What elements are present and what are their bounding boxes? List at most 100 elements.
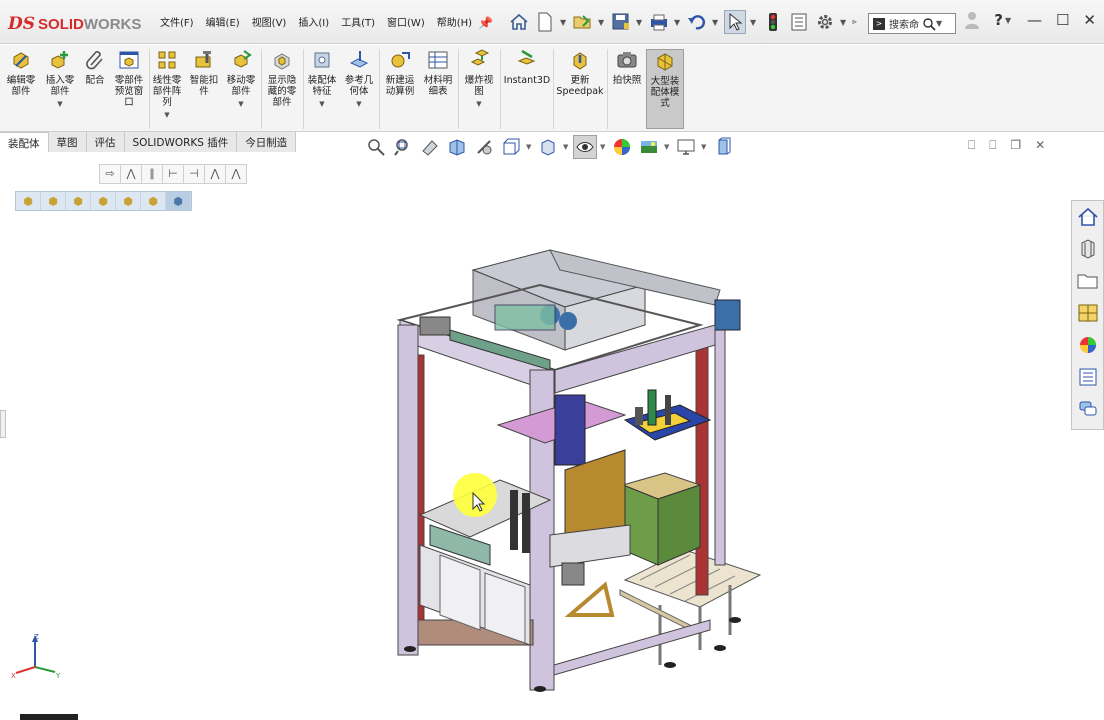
bill-of-materials-button[interactable]: 材料明 细表 bbox=[420, 49, 456, 97]
user-icon[interactable] bbox=[964, 10, 980, 30]
dynamic-annotation-icon[interactable] bbox=[472, 135, 496, 159]
display-pane-icon[interactable] bbox=[711, 135, 735, 159]
maximize-icon[interactable]: ☐ bbox=[1056, 11, 1069, 29]
lock-mate-icon[interactable]: ⋀ bbox=[225, 164, 247, 184]
chevron-down-icon[interactable]: ▼ bbox=[840, 18, 848, 27]
section-view-icon[interactable] bbox=[445, 135, 469, 159]
perpendicular-mate-icon[interactable]: ⊢ bbox=[162, 164, 184, 184]
previous-view-icon[interactable] bbox=[418, 135, 442, 159]
menu-file[interactable]: 文件(F) bbox=[160, 14, 194, 29]
menu-view[interactable]: 视图(V) bbox=[252, 14, 287, 29]
undo-icon[interactable] bbox=[686, 10, 708, 34]
tab-assembly[interactable]: 装配体 bbox=[0, 132, 49, 152]
home-icon[interactable] bbox=[508, 10, 530, 34]
linear-pattern-button[interactable]: 线性零 部件阵 列 ▼ bbox=[150, 49, 184, 121]
menu-insert[interactable]: 插入(I) bbox=[298, 14, 329, 29]
help-icon[interactable]: ? bbox=[994, 11, 1003, 29]
insert-component-button[interactable]: 插入零 部件 ▼ bbox=[42, 49, 78, 110]
chevron-down-icon[interactable]: ▼ bbox=[712, 18, 720, 27]
solidworks-logo[interactable]: DS SOLIDWORKS bbox=[8, 8, 146, 40]
tab-today-manufacturing[interactable]: 今日制造 bbox=[237, 132, 297, 152]
file-properties-icon[interactable] bbox=[788, 10, 810, 34]
print-icon[interactable] bbox=[648, 10, 670, 34]
chevron-down-icon[interactable]: ▼ bbox=[526, 143, 533, 151]
edit-component-button[interactable]: 编辑零 部件 bbox=[4, 49, 38, 97]
appearances-scenes-icon[interactable] bbox=[1072, 329, 1103, 361]
chevron-down-icon[interactable]: ▼ bbox=[563, 143, 570, 151]
assembly-model-viewport[interactable] bbox=[390, 245, 770, 700]
close-icon[interactable]: ✕ bbox=[1083, 11, 1096, 29]
mate-button[interactable]: 配合 bbox=[82, 49, 108, 86]
coincident-mate-icon[interactable]: ⋀ bbox=[120, 164, 142, 184]
forum-chat-icon[interactable] bbox=[1072, 393, 1103, 425]
chevron-down-icon[interactable]: ▼ bbox=[1005, 16, 1013, 25]
display-style-icon[interactable] bbox=[536, 135, 560, 159]
design-library-icon[interactable] bbox=[1072, 233, 1103, 265]
apply-scene-icon[interactable] bbox=[637, 135, 661, 159]
move-component-button[interactable]: 移动零 部件 ▼ bbox=[224, 49, 258, 110]
exploded-view-button[interactable]: 爆炸视 图 ▼ bbox=[460, 49, 498, 110]
breadcrumb-component-icon[interactable]: ⬢ bbox=[66, 192, 91, 210]
instant3d-button[interactable]: Instant3D bbox=[503, 49, 551, 86]
menu-window[interactable]: 窗口(W) bbox=[387, 14, 425, 29]
custom-properties-icon[interactable] bbox=[1072, 361, 1103, 393]
menu-tools[interactable]: 工具(T) bbox=[341, 14, 375, 29]
breadcrumb-component-icon[interactable]: ⬢ bbox=[16, 192, 41, 210]
toolbar-overflow-icon[interactable]: ⪢ bbox=[852, 17, 864, 27]
chevron-down-icon[interactable]: ▼ bbox=[560, 18, 568, 27]
breadcrumb-part-icon[interactable]: ⬢ bbox=[166, 192, 191, 210]
breadcrumb-component-icon[interactable]: ⬢ bbox=[141, 192, 166, 210]
open-folder-icon[interactable] bbox=[572, 10, 594, 34]
viewport-restore-icon[interactable]: ❐ bbox=[1010, 138, 1021, 153]
feature-manager-collapse-handle[interactable] bbox=[0, 410, 6, 438]
search-icon[interactable] bbox=[922, 17, 936, 31]
menu-help[interactable]: 帮助(H) bbox=[437, 14, 472, 29]
solidworks-resources-icon[interactable] bbox=[1072, 201, 1103, 233]
take-snapshot-button[interactable]: 拍快照 bbox=[610, 49, 644, 86]
viewport-split-left-icon[interactable]: ⎕ bbox=[968, 138, 975, 153]
new-document-icon[interactable] bbox=[534, 10, 556, 34]
chevron-down-icon[interactable]: ▼ bbox=[600, 143, 607, 151]
chevron-down-icon[interactable]: ▼ bbox=[57, 99, 62, 110]
chevron-down-icon[interactable]: ▼ bbox=[701, 143, 708, 151]
viewport-split-right-icon[interactable]: ⎕ bbox=[989, 138, 996, 153]
arrow-right-icon[interactable]: ⇨ bbox=[99, 164, 121, 184]
update-speedpak-button[interactable]: 更新 Speedpak bbox=[556, 49, 604, 97]
chevron-down-icon[interactable]: ▼ bbox=[936, 19, 944, 28]
assembly-features-button[interactable]: 装配体 特征 ▼ bbox=[304, 49, 340, 110]
tab-evaluate[interactable]: 评估 bbox=[87, 132, 125, 152]
menu-edit[interactable]: 编辑(E) bbox=[206, 14, 240, 29]
show-hidden-components-button[interactable]: 显示隐 藏的零 部件 bbox=[264, 49, 300, 108]
concentric-mate-icon[interactable]: ⋀ bbox=[204, 164, 226, 184]
breadcrumb-component-icon[interactable]: ⬢ bbox=[91, 192, 116, 210]
select-arrow-icon[interactable] bbox=[724, 10, 746, 34]
chevron-down-icon[interactable]: ▼ bbox=[164, 110, 169, 121]
chevron-down-icon[interactable]: ▼ bbox=[664, 143, 671, 151]
chevron-down-icon[interactable]: ▼ bbox=[750, 18, 758, 27]
rebuild-traffic-light-icon[interactable] bbox=[762, 10, 784, 34]
file-explorer-icon[interactable] bbox=[1072, 265, 1103, 297]
zoom-to-area-icon[interactable] bbox=[391, 135, 415, 159]
component-preview-window-button[interactable]: 零部件 预览窗 口 bbox=[112, 49, 146, 108]
tangent-mate-icon[interactable]: ⊣ bbox=[183, 164, 205, 184]
edit-appearance-icon[interactable] bbox=[610, 135, 634, 159]
tab-sketch[interactable]: 草图 bbox=[49, 132, 87, 152]
smart-fasteners-button[interactable]: 智能扣 件 bbox=[188, 49, 220, 97]
chevron-down-icon[interactable]: ▼ bbox=[476, 99, 481, 110]
new-motion-study-button[interactable]: 新建运 动算例 bbox=[382, 49, 418, 97]
parallel-mate-icon[interactable]: ∥ bbox=[141, 164, 163, 184]
view-palette-icon[interactable] bbox=[1072, 297, 1103, 329]
large-assembly-mode-button[interactable]: 大型装 配体模 式 bbox=[646, 49, 684, 129]
breadcrumb-component-icon[interactable]: ⬢ bbox=[116, 192, 141, 210]
chevron-down-icon[interactable]: ▼ bbox=[598, 18, 606, 27]
hide-show-items-icon[interactable] bbox=[573, 135, 597, 159]
view-orientation-icon[interactable] bbox=[499, 135, 523, 159]
zoom-to-fit-icon[interactable] bbox=[364, 135, 388, 159]
view-settings-icon[interactable] bbox=[674, 135, 698, 159]
chevron-down-icon[interactable]: ▼ bbox=[319, 99, 324, 110]
tab-solidworks-addins[interactable]: SOLIDWORKS 插件 bbox=[125, 132, 238, 152]
gear-icon[interactable] bbox=[814, 10, 836, 34]
chevron-down-icon[interactable]: ▼ bbox=[674, 18, 682, 27]
chevron-down-icon[interactable]: ▼ bbox=[636, 18, 644, 27]
chevron-down-icon[interactable]: ▼ bbox=[356, 99, 361, 110]
